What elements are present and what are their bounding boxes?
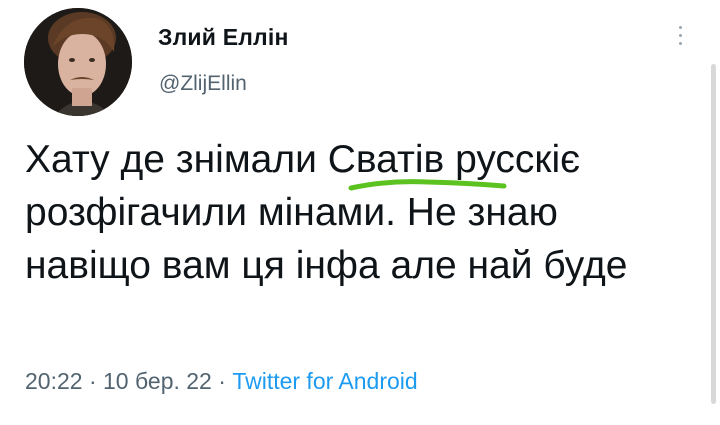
tweet-text: Хату де знімали Сватів русскіє розфігачи… [25, 138, 628, 287]
meta-separator: · [88, 368, 97, 394]
tweet-source-link[interactable]: Twitter for Android [232, 368, 417, 394]
meta-separator: · [218, 368, 226, 394]
tweet-card: Злий Еллін @ZlijEllin Хату де знімали Св… [0, 0, 720, 425]
tweet-meta: 20:22 · 10 бер. 22 · Twitter for Android [25, 368, 418, 395]
more-vertical-icon[interactable] [672, 26, 688, 54]
display-name[interactable]: Злий Еллін [158, 24, 289, 51]
user-handle[interactable]: @ZlijEllin [159, 72, 247, 96]
avatar[interactable] [24, 8, 132, 116]
scrollbar[interactable] [711, 64, 716, 404]
highlight-underline [348, 179, 507, 191]
tweet-date[interactable]: 10 бер. 22 [103, 368, 212, 394]
tweet-time: 20:22 [25, 368, 83, 394]
